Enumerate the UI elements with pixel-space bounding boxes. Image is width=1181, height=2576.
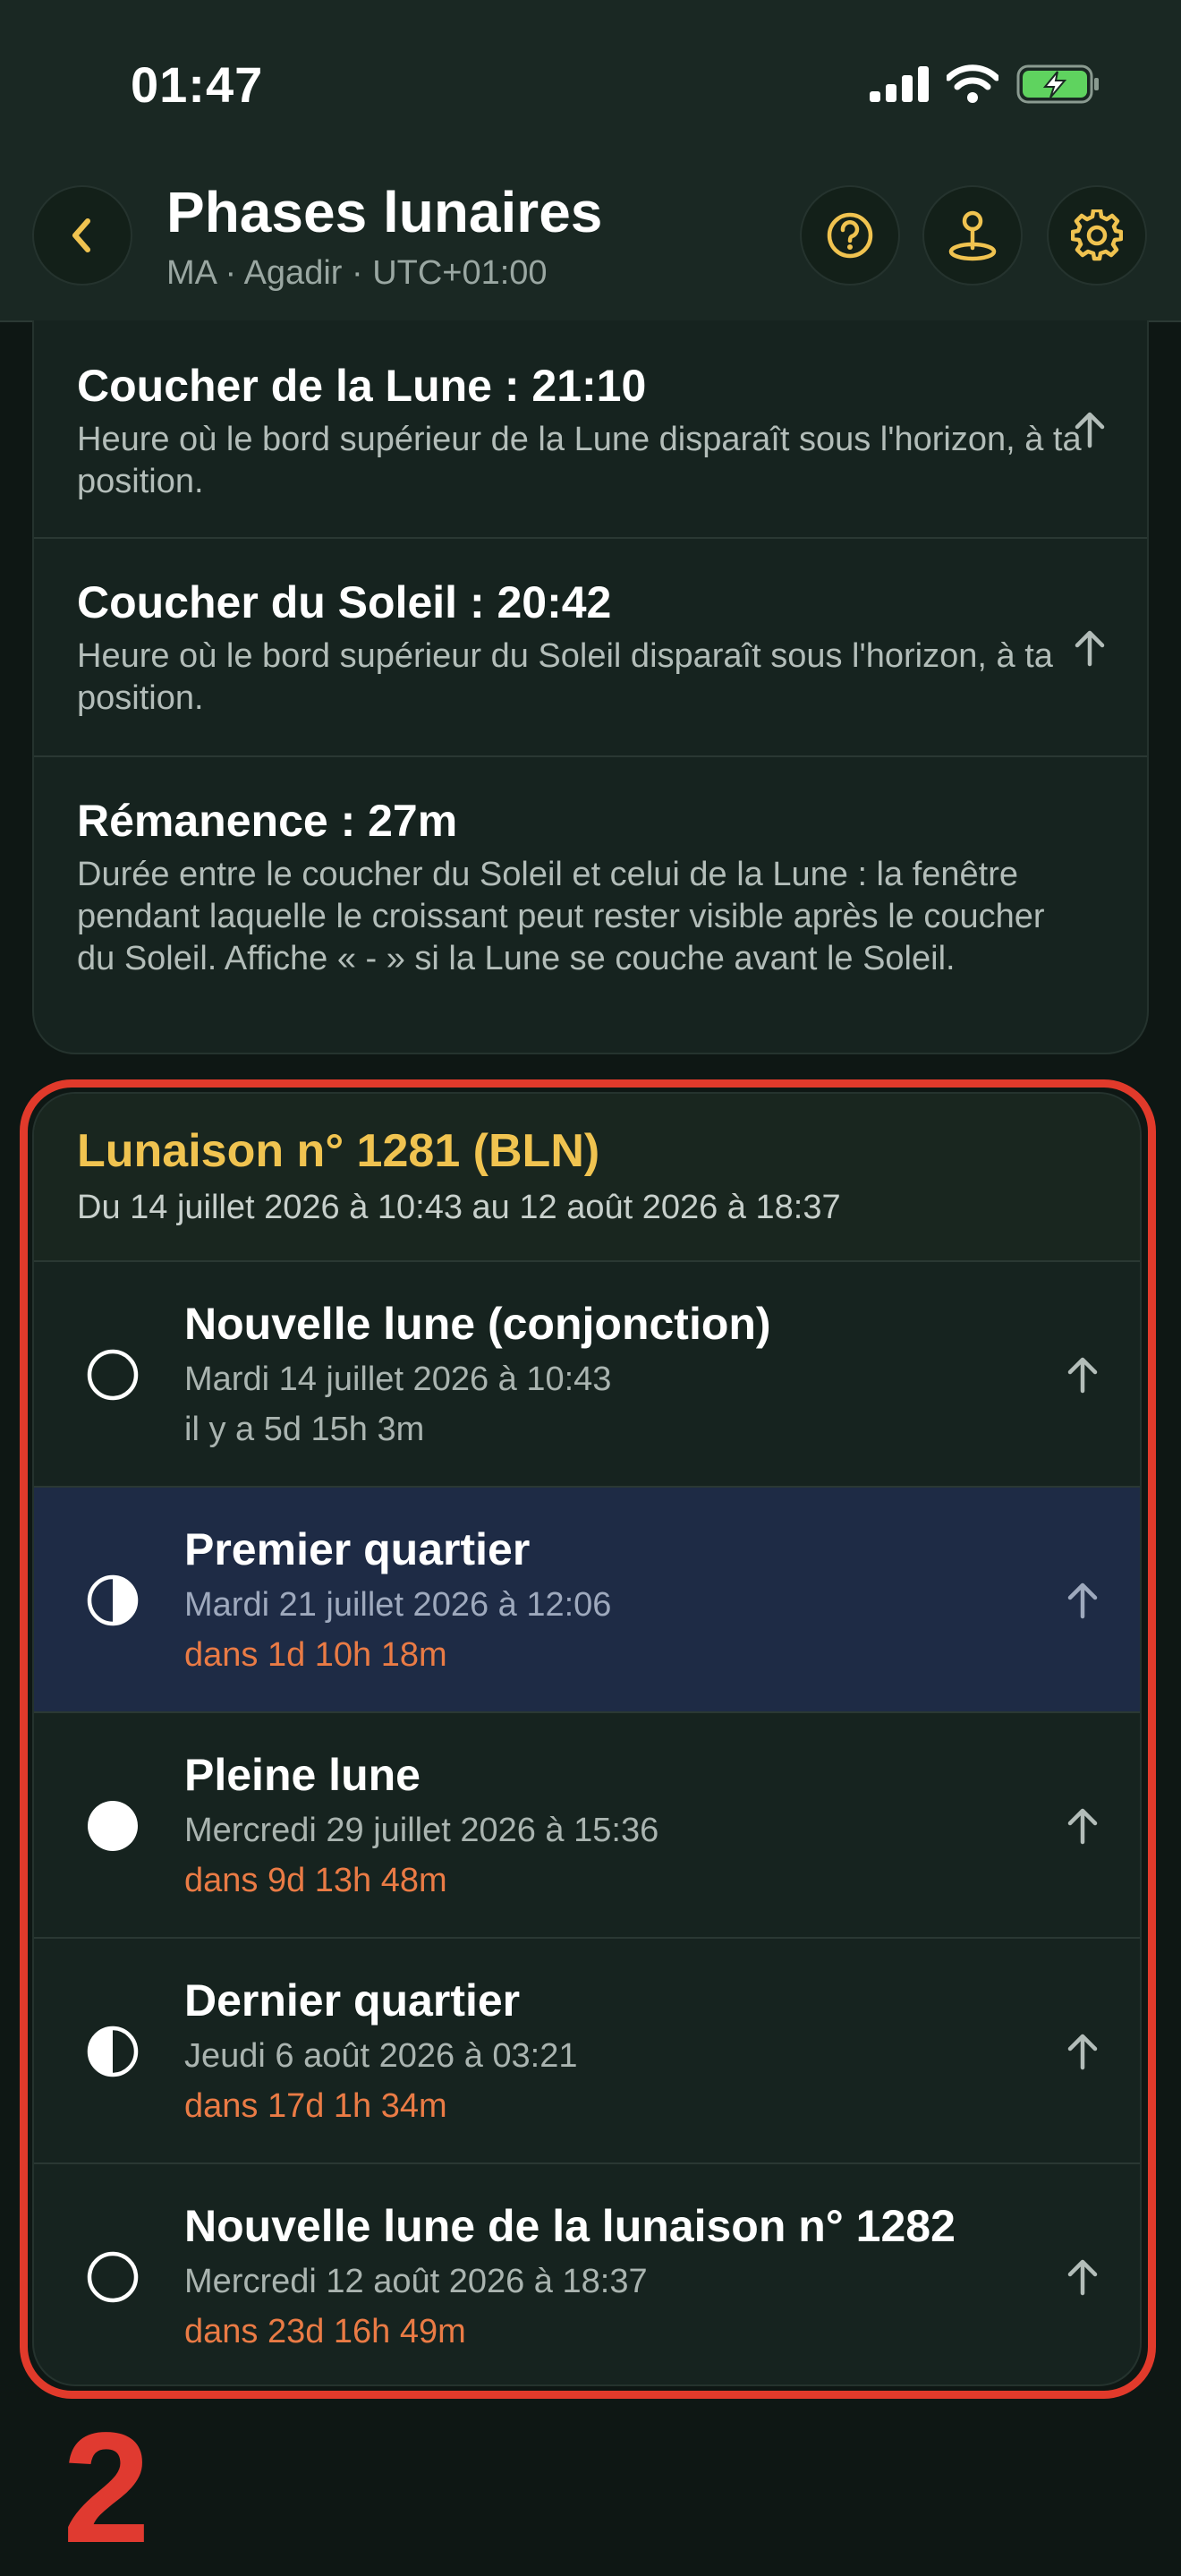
- moon-info-card: Coucher de la Lune : 21:10 Heure où le b…: [32, 320, 1149, 1054]
- new-moon-icon: [87, 2251, 139, 2303]
- phase-date: Jeudi 6 août 2026 à 03:21: [184, 2037, 578, 2075]
- status-icons: [870, 64, 1100, 104]
- wifi-icon: [947, 64, 998, 103]
- back-button[interactable]: [32, 185, 132, 286]
- help-icon: [827, 212, 873, 259]
- lunation-title: Lunaison n° 1281 (BLN): [77, 1125, 600, 1177]
- status-time: 01:47: [131, 56, 264, 113]
- arrow-up-icon[interactable]: [1072, 410, 1108, 449]
- phase-relative-time: dans 23d 16h 49m: [184, 2313, 466, 2350]
- phase-title: Premier quartier: [184, 1524, 531, 1574]
- phase-row-next-new-moon[interactable]: Nouvelle lune de la lunaison n° 1282 Mer…: [34, 2164, 1140, 2384]
- phase-title: Nouvelle lune de la lunaison n° 1282: [184, 2201, 956, 2251]
- moonset-description: Heure où le bord supérieur de la Lune di…: [77, 421, 1082, 500]
- first-quarter-moon-icon: [87, 1574, 139, 1626]
- arrow-up-icon[interactable]: [1065, 1806, 1100, 1846]
- phase-row-first-quarter[interactable]: Premier quartier Mardi 21 juillet 2026 à…: [34, 1488, 1140, 1713]
- top-app-bar: 01:47 Phases lunaires MA · Agadir · UTC+…: [0, 0, 1181, 322]
- gear-icon: [1071, 209, 1123, 261]
- annotation-step-number: 2: [63, 2401, 150, 2576]
- phase-title: Pleine lune: [184, 1750, 421, 1800]
- lunation-card: Lunaison n° 1281 (BLN) Du 14 juillet 202…: [32, 1092, 1142, 2386]
- phase-date: Mercredi 12 août 2026 à 18:37: [184, 2263, 648, 2300]
- moonset-title: Coucher de la Lune : 21:10: [77, 361, 647, 411]
- page-title: Phases lunaires: [166, 180, 603, 244]
- phase-date: Mercredi 29 juillet 2026 à 15:36: [184, 1812, 659, 1849]
- location-pin-icon: [948, 210, 997, 261]
- new-moon-icon: [87, 1349, 139, 1401]
- phase-relative-time: dans 17d 1h 34m: [184, 2087, 447, 2125]
- phase-relative-time: dans 1d 10h 18m: [184, 1636, 447, 1674]
- remanence-title: Rémanence : 27m: [77, 796, 458, 846]
- arrow-up-icon[interactable]: [1065, 2257, 1100, 2297]
- phase-row-last-quarter[interactable]: Dernier quartier Jeudi 6 août 2026 à 03:…: [34, 1939, 1140, 2164]
- arrow-up-icon[interactable]: [1072, 628, 1108, 668]
- remanence-description: Durée entre le coucher du Soleil et celu…: [77, 856, 1045, 977]
- phase-title: Nouvelle lune (conjonction): [184, 1299, 771, 1349]
- full-moon-icon: [88, 1801, 138, 1851]
- location-subtitle: MA · Agadir · UTC+01:00: [166, 254, 548, 292]
- settings-button[interactable]: [1047, 185, 1147, 286]
- phase-date: Mardi 21 juillet 2026 à 12:06: [184, 1586, 612, 1624]
- sunset-description: Heure où le bord supérieur du Soleil dis…: [77, 637, 1053, 717]
- lunation-header: Lunaison n° 1281 (BLN) Du 14 juillet 202…: [34, 1094, 1140, 1262]
- sunset-row[interactable]: Coucher du Soleil : 20:42 Heure où le bo…: [34, 539, 1147, 757]
- phase-relative-time: dans 9d 13h 48m: [184, 1862, 447, 1899]
- help-button[interactable]: [800, 185, 900, 286]
- moonset-row[interactable]: Coucher de la Lune : 21:10 Heure où le b…: [34, 320, 1147, 539]
- arrow-up-icon[interactable]: [1065, 1355, 1100, 1395]
- sunset-title: Coucher du Soleil : 20:42: [77, 577, 612, 627]
- cellular-signal-icon: [870, 66, 929, 102]
- lunation-date-range: Du 14 juillet 2026 à 10:43 au 12 août 20…: [77, 1189, 841, 1226]
- phase-relative-time: il y a 5d 15h 3m: [184, 1411, 425, 1448]
- phase-row-new-moon[interactable]: Nouvelle lune (conjonction) Mardi 14 jui…: [34, 1262, 1140, 1488]
- remanence-row: Rémanence : 27m Durée entre le coucher d…: [34, 757, 1147, 1053]
- phase-date: Mardi 14 juillet 2026 à 10:43: [184, 1361, 612, 1398]
- chevron-left-icon: [72, 218, 90, 252]
- last-quarter-moon-icon: [87, 2026, 139, 2077]
- location-button[interactable]: [922, 185, 1023, 286]
- battery-charging-icon: [1016, 64, 1099, 104]
- arrow-up-icon[interactable]: [1065, 1581, 1100, 1620]
- phase-title: Dernier quartier: [184, 1975, 521, 2026]
- arrow-up-icon[interactable]: [1065, 2032, 1100, 2071]
- phase-row-full-moon[interactable]: Pleine lune Mercredi 29 juillet 2026 à 1…: [34, 1713, 1140, 1939]
